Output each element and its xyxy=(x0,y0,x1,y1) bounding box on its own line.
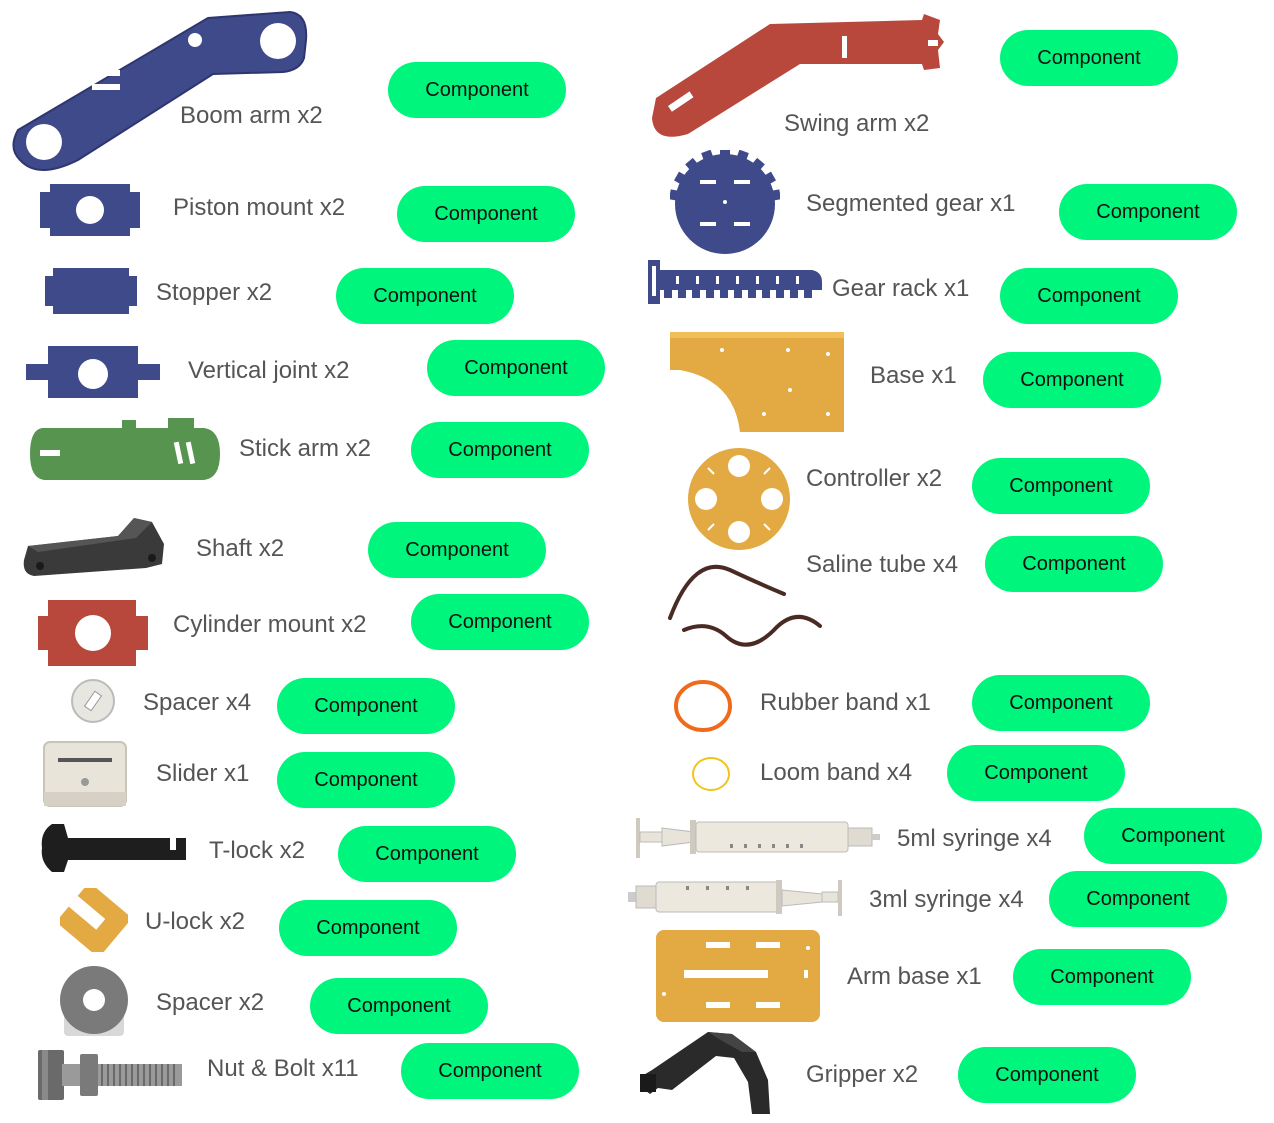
component-button[interactable]: Component xyxy=(958,1047,1136,1103)
component-button[interactable]: Component xyxy=(388,62,566,118)
component-button[interactable]: Component xyxy=(279,900,457,956)
component-button[interactable]: Component xyxy=(368,522,546,578)
part-label: Gear rack x1 xyxy=(832,275,970,302)
rubber-band-icon xyxy=(672,678,734,734)
part-label: Gripper x2 xyxy=(806,1061,919,1088)
component-button[interactable]: Component xyxy=(1049,871,1227,927)
component-button[interactable]: Component xyxy=(401,1043,579,1099)
part-label: Boom arm x2 xyxy=(180,102,323,129)
component-button[interactable]: Component xyxy=(1013,949,1191,1005)
component-button[interactable]: Component xyxy=(1084,808,1262,864)
component-button[interactable]: Component xyxy=(397,186,575,242)
part-label: Shaft x2 xyxy=(196,535,285,562)
part-label: Arm base x1 xyxy=(847,963,982,990)
part-label: Vertical joint x2 xyxy=(188,357,350,384)
component-button[interactable]: Component xyxy=(1000,30,1178,86)
part-label: Spacer x4 xyxy=(143,689,252,716)
component-button[interactable]: Component xyxy=(411,422,589,478)
nut-bolt-icon xyxy=(36,1046,186,1104)
spacer-icon xyxy=(58,966,130,1038)
part-label: Piston mount x2 xyxy=(173,194,346,221)
part-label: Rubber band x1 xyxy=(760,689,931,716)
component-button[interactable]: Component xyxy=(1059,184,1237,240)
shaft-icon xyxy=(22,516,168,580)
component-button[interactable]: Component xyxy=(411,594,589,650)
component-button[interactable]: Component xyxy=(310,978,488,1034)
part-label: Base x1 xyxy=(870,362,957,389)
spacer-washer-icon xyxy=(70,678,116,724)
stopper-icon xyxy=(45,268,137,314)
part-label: Swing arm x2 xyxy=(784,110,930,137)
syringe-3ml-icon xyxy=(626,878,846,918)
part-label: Controller x2 xyxy=(806,465,943,492)
gripper-icon xyxy=(638,1030,774,1116)
part-label: Stick arm x2 xyxy=(239,435,372,462)
part-label: Nut & Bolt x11 xyxy=(207,1055,359,1082)
part-label: T-lock x2 xyxy=(209,837,306,864)
part-label: Slider x1 xyxy=(156,760,250,787)
part-label: Stopper x2 xyxy=(156,279,273,306)
part-label: Spacer x2 xyxy=(156,989,265,1016)
t-lock-icon xyxy=(40,822,188,874)
component-button[interactable]: Component xyxy=(277,678,455,734)
syringe-5ml-icon xyxy=(634,814,882,860)
part-label: U-lock x2 xyxy=(145,908,246,935)
boom-arm-icon xyxy=(8,10,310,172)
arm-base-icon xyxy=(654,928,822,1024)
piston-mount-icon xyxy=(40,184,142,236)
loom-band-icon xyxy=(690,754,732,794)
component-button[interactable]: Component xyxy=(972,675,1150,731)
slider-icon xyxy=(42,740,128,808)
component-button[interactable]: Component xyxy=(336,268,514,324)
component-button[interactable]: Component xyxy=(1000,268,1178,324)
part-label: Segmented gear x1 xyxy=(806,190,1016,217)
component-button[interactable]: Component xyxy=(277,752,455,808)
part-label: 5ml syringe x4 xyxy=(897,825,1052,852)
component-button[interactable]: Component xyxy=(972,458,1150,514)
saline-tube-icon xyxy=(664,560,826,652)
segmented-gear-icon xyxy=(670,150,780,254)
vertical-joint-icon xyxy=(26,346,160,398)
part-label: Saline tube x4 xyxy=(806,551,959,578)
part-label: Cylinder mount x2 xyxy=(173,611,367,638)
component-button[interactable]: Component xyxy=(338,826,516,882)
gear-rack-icon xyxy=(646,258,824,304)
controller-icon xyxy=(686,446,792,552)
component-button[interactable]: Component xyxy=(427,340,605,396)
component-button[interactable]: Component xyxy=(985,536,1163,592)
part-label: 3ml syringe x4 xyxy=(869,886,1024,913)
base-icon xyxy=(668,330,848,434)
part-label: Loom band x4 xyxy=(760,759,913,786)
component-button[interactable]: Component xyxy=(983,352,1161,408)
stick-arm-icon xyxy=(28,416,222,482)
cylinder-mount-icon xyxy=(38,600,148,666)
u-lock-icon xyxy=(60,888,128,952)
component-button[interactable]: Component xyxy=(947,745,1125,801)
